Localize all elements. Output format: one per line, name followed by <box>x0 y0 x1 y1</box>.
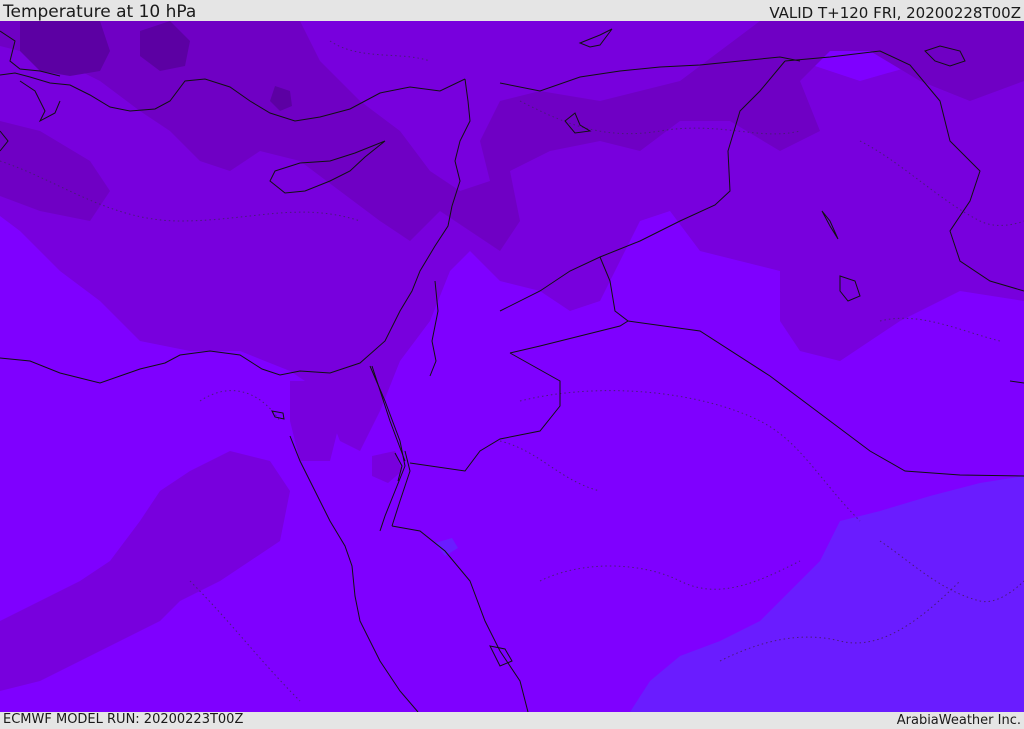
valid-time-label: VALID T+120 FRI, 20200228T00Z <box>769 4 1021 22</box>
credit-label: ArabiaWeather Inc. <box>896 713 1021 728</box>
temp-patch-gulf <box>290 381 340 461</box>
temperature-field <box>0 21 1024 712</box>
weather-map[interactable] <box>0 21 1024 712</box>
footer-bar: ECMWF MODEL RUN: 20200223T00Z ArabiaWeat… <box>0 712 1024 729</box>
map-title: Temperature at 10 hPa <box>3 2 197 22</box>
model-run-label: ECMWF MODEL RUN: 20200223T00Z <box>3 712 244 727</box>
header-bar: Temperature at 10 hPa VALID T+120 FRI, 2… <box>0 0 1024 22</box>
